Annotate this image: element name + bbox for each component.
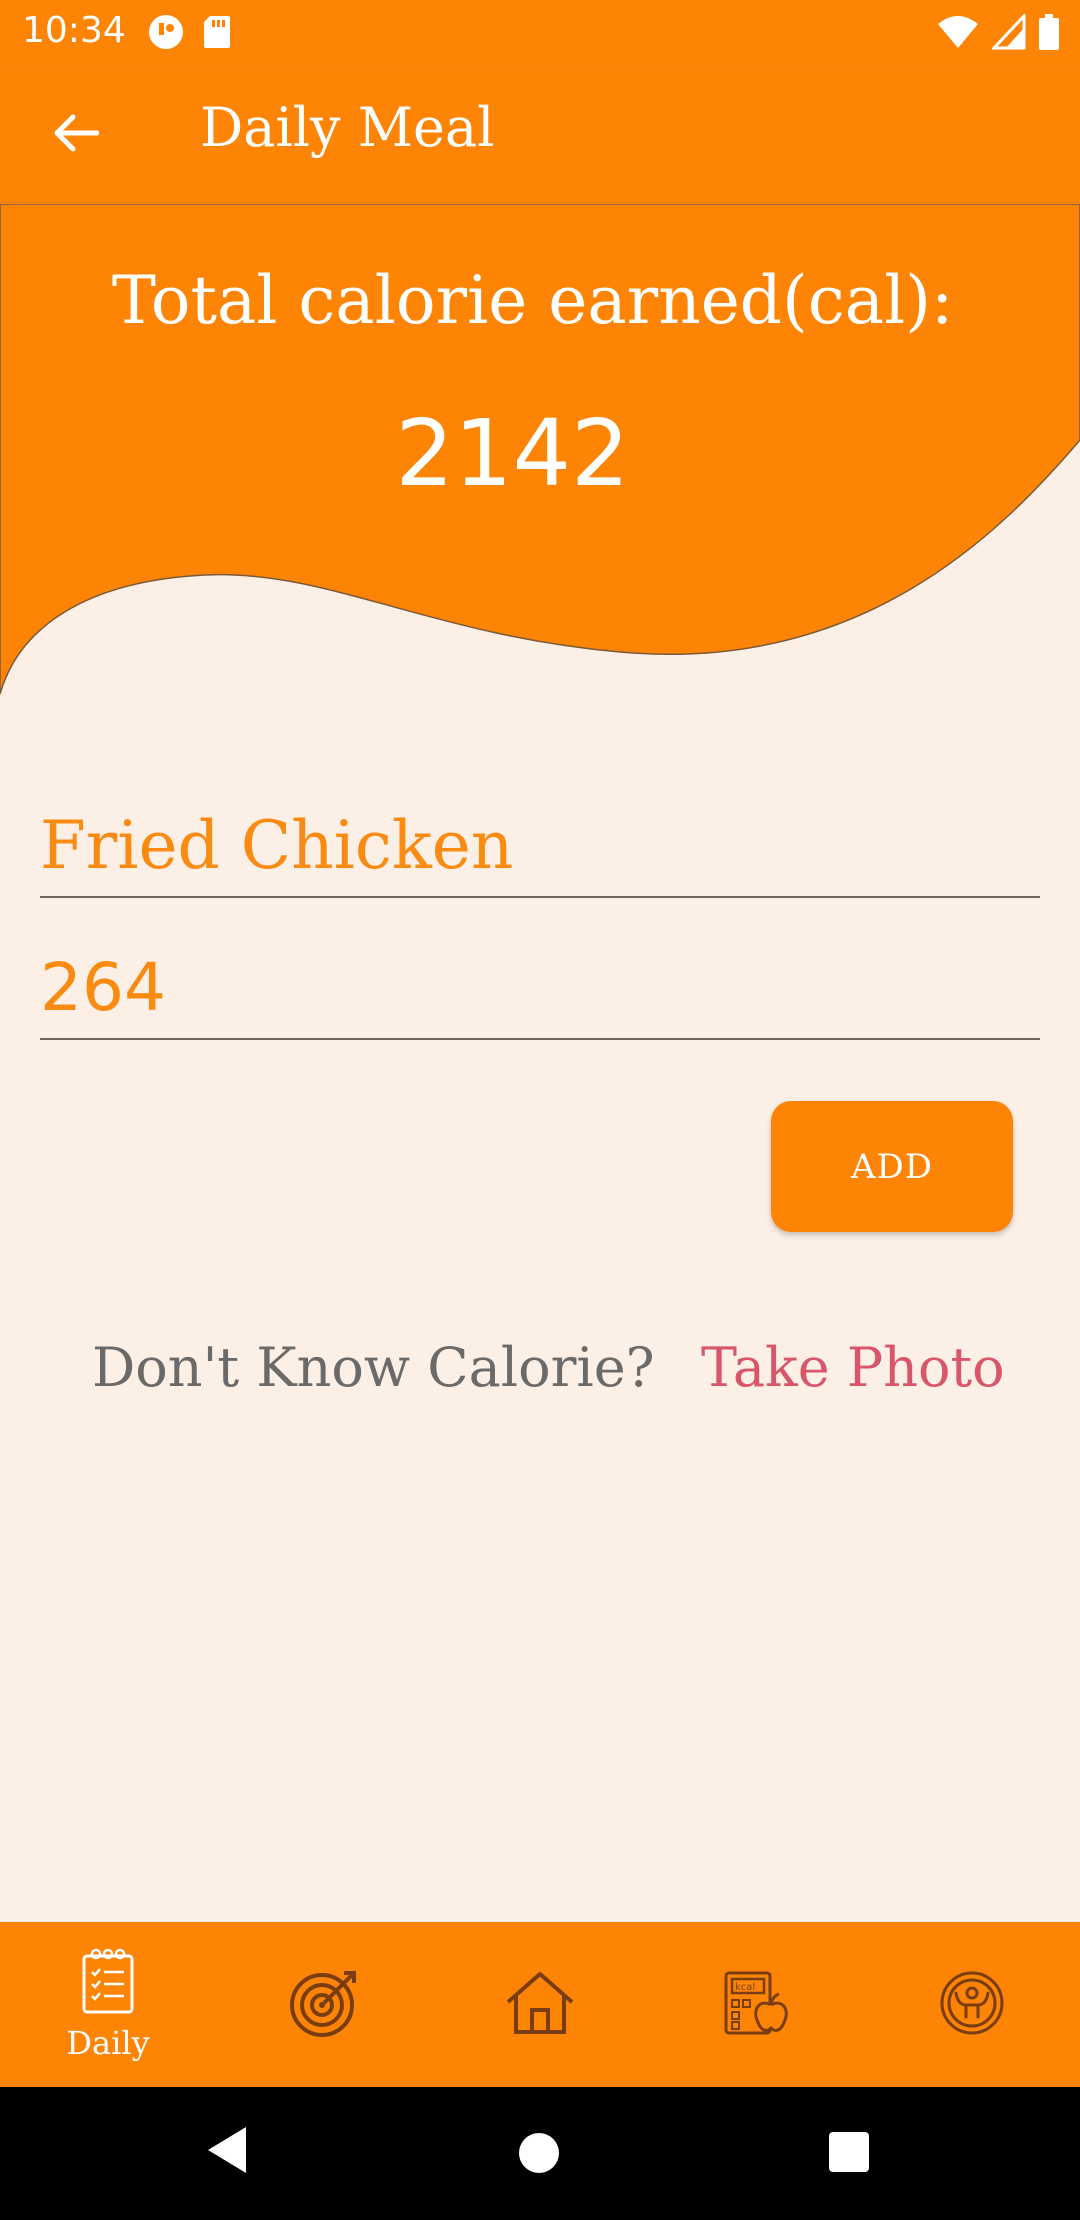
system-home-button[interactable] <box>518 2132 560 2178</box>
system-recents-button[interactable] <box>828 2131 870 2177</box>
svg-text:kcal: kcal <box>735 1982 755 1993</box>
calorie-total-value: 2142 <box>395 400 630 507</box>
page-title: Daily Meal <box>200 96 495 159</box>
bottom-nav: Daily kcal <box>0 1922 1080 2087</box>
take-photo-link[interactable]: Take Photo <box>701 1336 1005 1399</box>
status-bar: 10:34 <box>0 0 1080 66</box>
home-icon <box>504 1970 576 2040</box>
calorie-input[interactable]: 264 <box>40 948 1040 1040</box>
target-icon <box>288 1967 360 2043</box>
fitness-icon <box>938 1969 1006 2041</box>
checklist-icon <box>80 1948 136 2020</box>
system-back-button[interactable] <box>204 2125 248 2179</box>
back-button[interactable] <box>40 104 110 166</box>
food-name-value: Fried Chicken <box>40 807 514 884</box>
sd-card-icon <box>202 14 232 54</box>
nav-item-fitness[interactable] <box>864 1922 1080 2087</box>
wifi-icon <box>936 14 980 54</box>
food-name-input[interactable]: Fried Chicken <box>40 806 1040 898</box>
add-button-label: ADD <box>850 1146 934 1187</box>
nav-item-label: Daily <box>66 2023 150 2062</box>
nav-item-calorie-calculator[interactable]: kcal <box>648 1922 864 2087</box>
nav-item-daily[interactable]: Daily <box>0 1922 216 2087</box>
system-nav-bar <box>0 2087 1080 2220</box>
calorie-total-label: Total calorie earned(cal): <box>111 262 954 339</box>
calorie-calculator-icon: kcal <box>723 1970 789 2040</box>
nav-item-goals[interactable] <box>216 1922 432 2087</box>
app-notification-icon <box>148 14 184 54</box>
cellular-signal-icon <box>990 12 1026 54</box>
add-button[interactable]: ADD <box>771 1101 1013 1232</box>
status-time: 10:34 <box>22 10 126 51</box>
app-bar: Daily Meal <box>0 66 1080 204</box>
arrow-left-icon <box>51 113 100 157</box>
unknown-calorie-question: Don't Know Calorie? <box>92 1336 655 1399</box>
calorie-value: 264 <box>40 949 166 1026</box>
nav-item-home[interactable] <box>432 1922 648 2087</box>
battery-icon <box>1038 14 1060 54</box>
